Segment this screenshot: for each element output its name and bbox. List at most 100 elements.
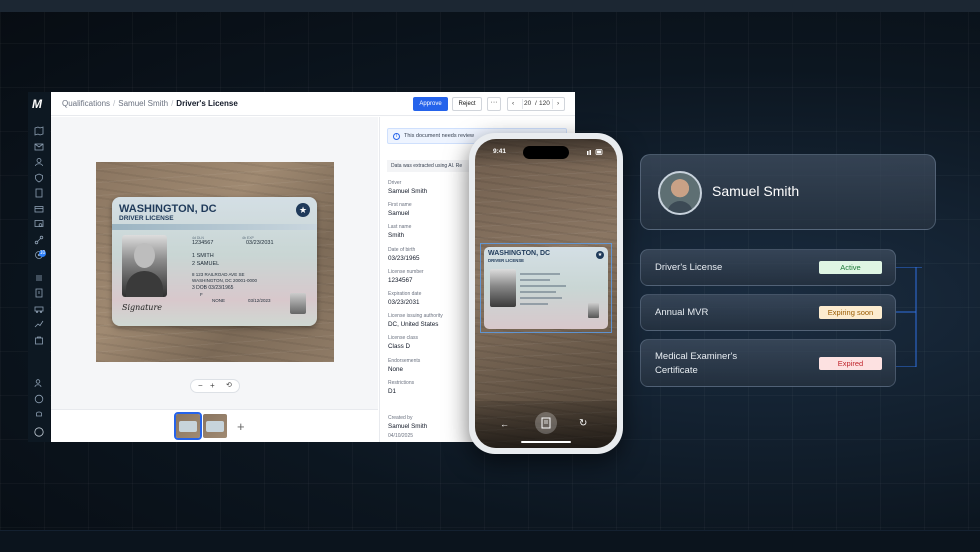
license-card: WASHINGTON, DC DRIVER LICENSE ★ 4d DLN 1… <box>112 197 317 326</box>
add-page-button[interactable]: + <box>237 419 245 434</box>
thumbnail-front[interactable] <box>174 412 202 440</box>
license-dob: 3 DOB 03/23/1965 <box>192 285 234 291</box>
license-title: WASHINGTON, DC <box>119 203 217 215</box>
zoom-in-button[interactable]: + <box>210 381 215 390</box>
connector-lines <box>896 267 922 367</box>
qualification-name: Driver's License <box>655 262 723 273</box>
license-first-name: 2 SAMUEL <box>192 261 220 267</box>
breadcrumb-qualifications[interactable]: Qualifications <box>62 99 110 108</box>
breadcrumb-person[interactable]: Samuel Smith <box>118 99 168 108</box>
created-by-value: Samuel Smith <box>388 423 428 430</box>
field-label: Expiration date <box>388 291 422 297</box>
field-label: First name <box>388 202 412 209</box>
qualification-name: Medical Examiner's Certificate <box>655 351 738 376</box>
license-restrictions: NONE <box>212 298 226 303</box>
qualification-name: Annual MVR <box>655 307 709 318</box>
star-icon: ★ <box>596 251 604 259</box>
field-label: Endorsements <box>388 357 421 364</box>
back-arrow-icon[interactable]: ← <box>500 419 509 429</box>
info-icon: i <box>393 133 400 140</box>
status-badge: Active <box>819 261 882 274</box>
field-label: Date of birth <box>388 246 416 253</box>
phone-license-preview: WASHINGTON, DC DRIVER LICENSE ★ <box>484 247 608 329</box>
license-exp: 03/23/2031 <box>246 240 274 246</box>
certificate-icon[interactable] <box>34 216 44 227</box>
retake-icon[interactable]: ↻ <box>579 418 587 429</box>
field-value[interactable]: 03/23/1965 <box>388 255 420 262</box>
phone-card-subtitle: DRIVER LICENSE <box>488 258 525 263</box>
qualification-drivers-license[interactable]: Driver's License Active <box>640 249 896 286</box>
file-alert-icon[interactable] <box>34 285 44 298</box>
thumbnail-back[interactable] <box>203 414 227 438</box>
vehicle-icon[interactable] <box>34 301 44 313</box>
phone-card-title: WASHINGTON, DC <box>488 250 551 257</box>
field-value[interactable]: Smith <box>388 232 404 239</box>
field-value[interactable]: Samuel <box>388 210 409 217</box>
breadcrumb: Qualifications / Samuel Smith / Driver's Lic… <box>62 99 238 108</box>
card-icon[interactable] <box>34 201 44 213</box>
reject-button[interactable]: Reject <box>452 97 482 111</box>
home-indicator <box>521 441 571 443</box>
phone-card-ghost-portrait <box>588 303 599 318</box>
license-address-2: WASHINGTON, DC 20001-0000 <box>192 278 258 283</box>
chart-icon[interactable] <box>34 316 44 328</box>
field-value[interactable]: Samuel Smith <box>388 188 427 195</box>
driver-profile-card[interactable]: Samuel Smith <box>640 154 936 230</box>
phone-card-portrait <box>490 269 516 307</box>
document-icon[interactable] <box>34 185 44 198</box>
route-icon[interactable] <box>34 232 44 245</box>
license-last-name: 1 SMITH <box>192 253 214 259</box>
field-value[interactable]: D1 <box>388 388 396 395</box>
account-avatar-icon[interactable] <box>34 424 44 437</box>
license-dln: 1234567 <box>192 240 214 246</box>
qualification-annual-mvr[interactable]: Annual MVR Expiring soon <box>640 294 896 331</box>
dynamic-island <box>523 146 569 159</box>
field-label: Last name <box>388 224 412 231</box>
bag-icon[interactable] <box>34 332 44 345</box>
field-value[interactable]: Class D <box>388 343 410 350</box>
zoom-controls: − + ⟲ <box>190 379 240 393</box>
driver-avatar <box>658 171 702 215</box>
more-options-button[interactable]: ··· <box>487 97 501 111</box>
top-strip <box>0 0 980 12</box>
capture-button[interactable] <box>535 412 557 434</box>
bottom-strip <box>0 530 980 552</box>
pagination: ‹ 20 / 120 › <box>507 97 565 111</box>
license-subtitle: DRIVER LICENSE <box>119 215 174 222</box>
created-date: 04/10/2025 <box>388 433 414 439</box>
license-address-1: 8 123 RAILROAD AVE SE <box>192 272 245 277</box>
document-scan-icon <box>541 417 551 429</box>
document-viewer: WASHINGTON, DC DRIVER LICENSE ★ 4d DLN 1… <box>51 117 378 409</box>
shield-icon[interactable] <box>34 170 44 183</box>
bell-icon[interactable] <box>34 406 44 417</box>
field-label: Restrictions <box>388 379 415 386</box>
rotate-icon[interactable]: ⟲ <box>226 381 232 389</box>
license-sex: F <box>200 292 203 297</box>
prev-page-button[interactable]: ‹ <box>512 100 514 107</box>
license-signature: Signature <box>122 303 163 312</box>
app-logo: M <box>32 97 42 111</box>
next-page-button[interactable]: › <box>557 100 559 107</box>
field-label: License issuing authority <box>388 313 443 320</box>
field-value[interactable]: None <box>388 366 403 373</box>
map-icon[interactable] <box>34 123 44 136</box>
user-icon[interactable] <box>34 154 44 167</box>
license-issue-date: 03/12/2023 <box>248 298 271 303</box>
notification-badge: 10 <box>39 250 46 257</box>
field-value[interactable]: 1234567 <box>388 277 413 284</box>
zoom-out-button[interactable]: − <box>198 381 203 390</box>
add-user-icon[interactable] <box>34 375 44 388</box>
thumbnail-strip: + <box>51 409 378 442</box>
page-current: 20 <box>524 100 532 107</box>
field-value[interactable]: 03/23/2031 <box>388 299 420 306</box>
field-value[interactable]: DC, United States <box>388 321 438 328</box>
status-badge: Expiring soon <box>819 306 882 319</box>
approve-button[interactable]: Approve <box>413 97 448 111</box>
mail-icon[interactable] <box>34 139 44 151</box>
help-icon[interactable] <box>34 391 44 404</box>
license-ghost-portrait <box>290 293 306 314</box>
license-photo: WASHINGTON, DC DRIVER LICENSE ★ 4d DLN 1… <box>96 162 334 362</box>
qualification-medical-certificate[interactable]: Medical Examiner's Certificate Expired <box>640 339 896 387</box>
list-icon[interactable] <box>34 270 44 281</box>
app-header: Qualifications / Samuel Smith / Driver's Lic… <box>51 92 575 116</box>
